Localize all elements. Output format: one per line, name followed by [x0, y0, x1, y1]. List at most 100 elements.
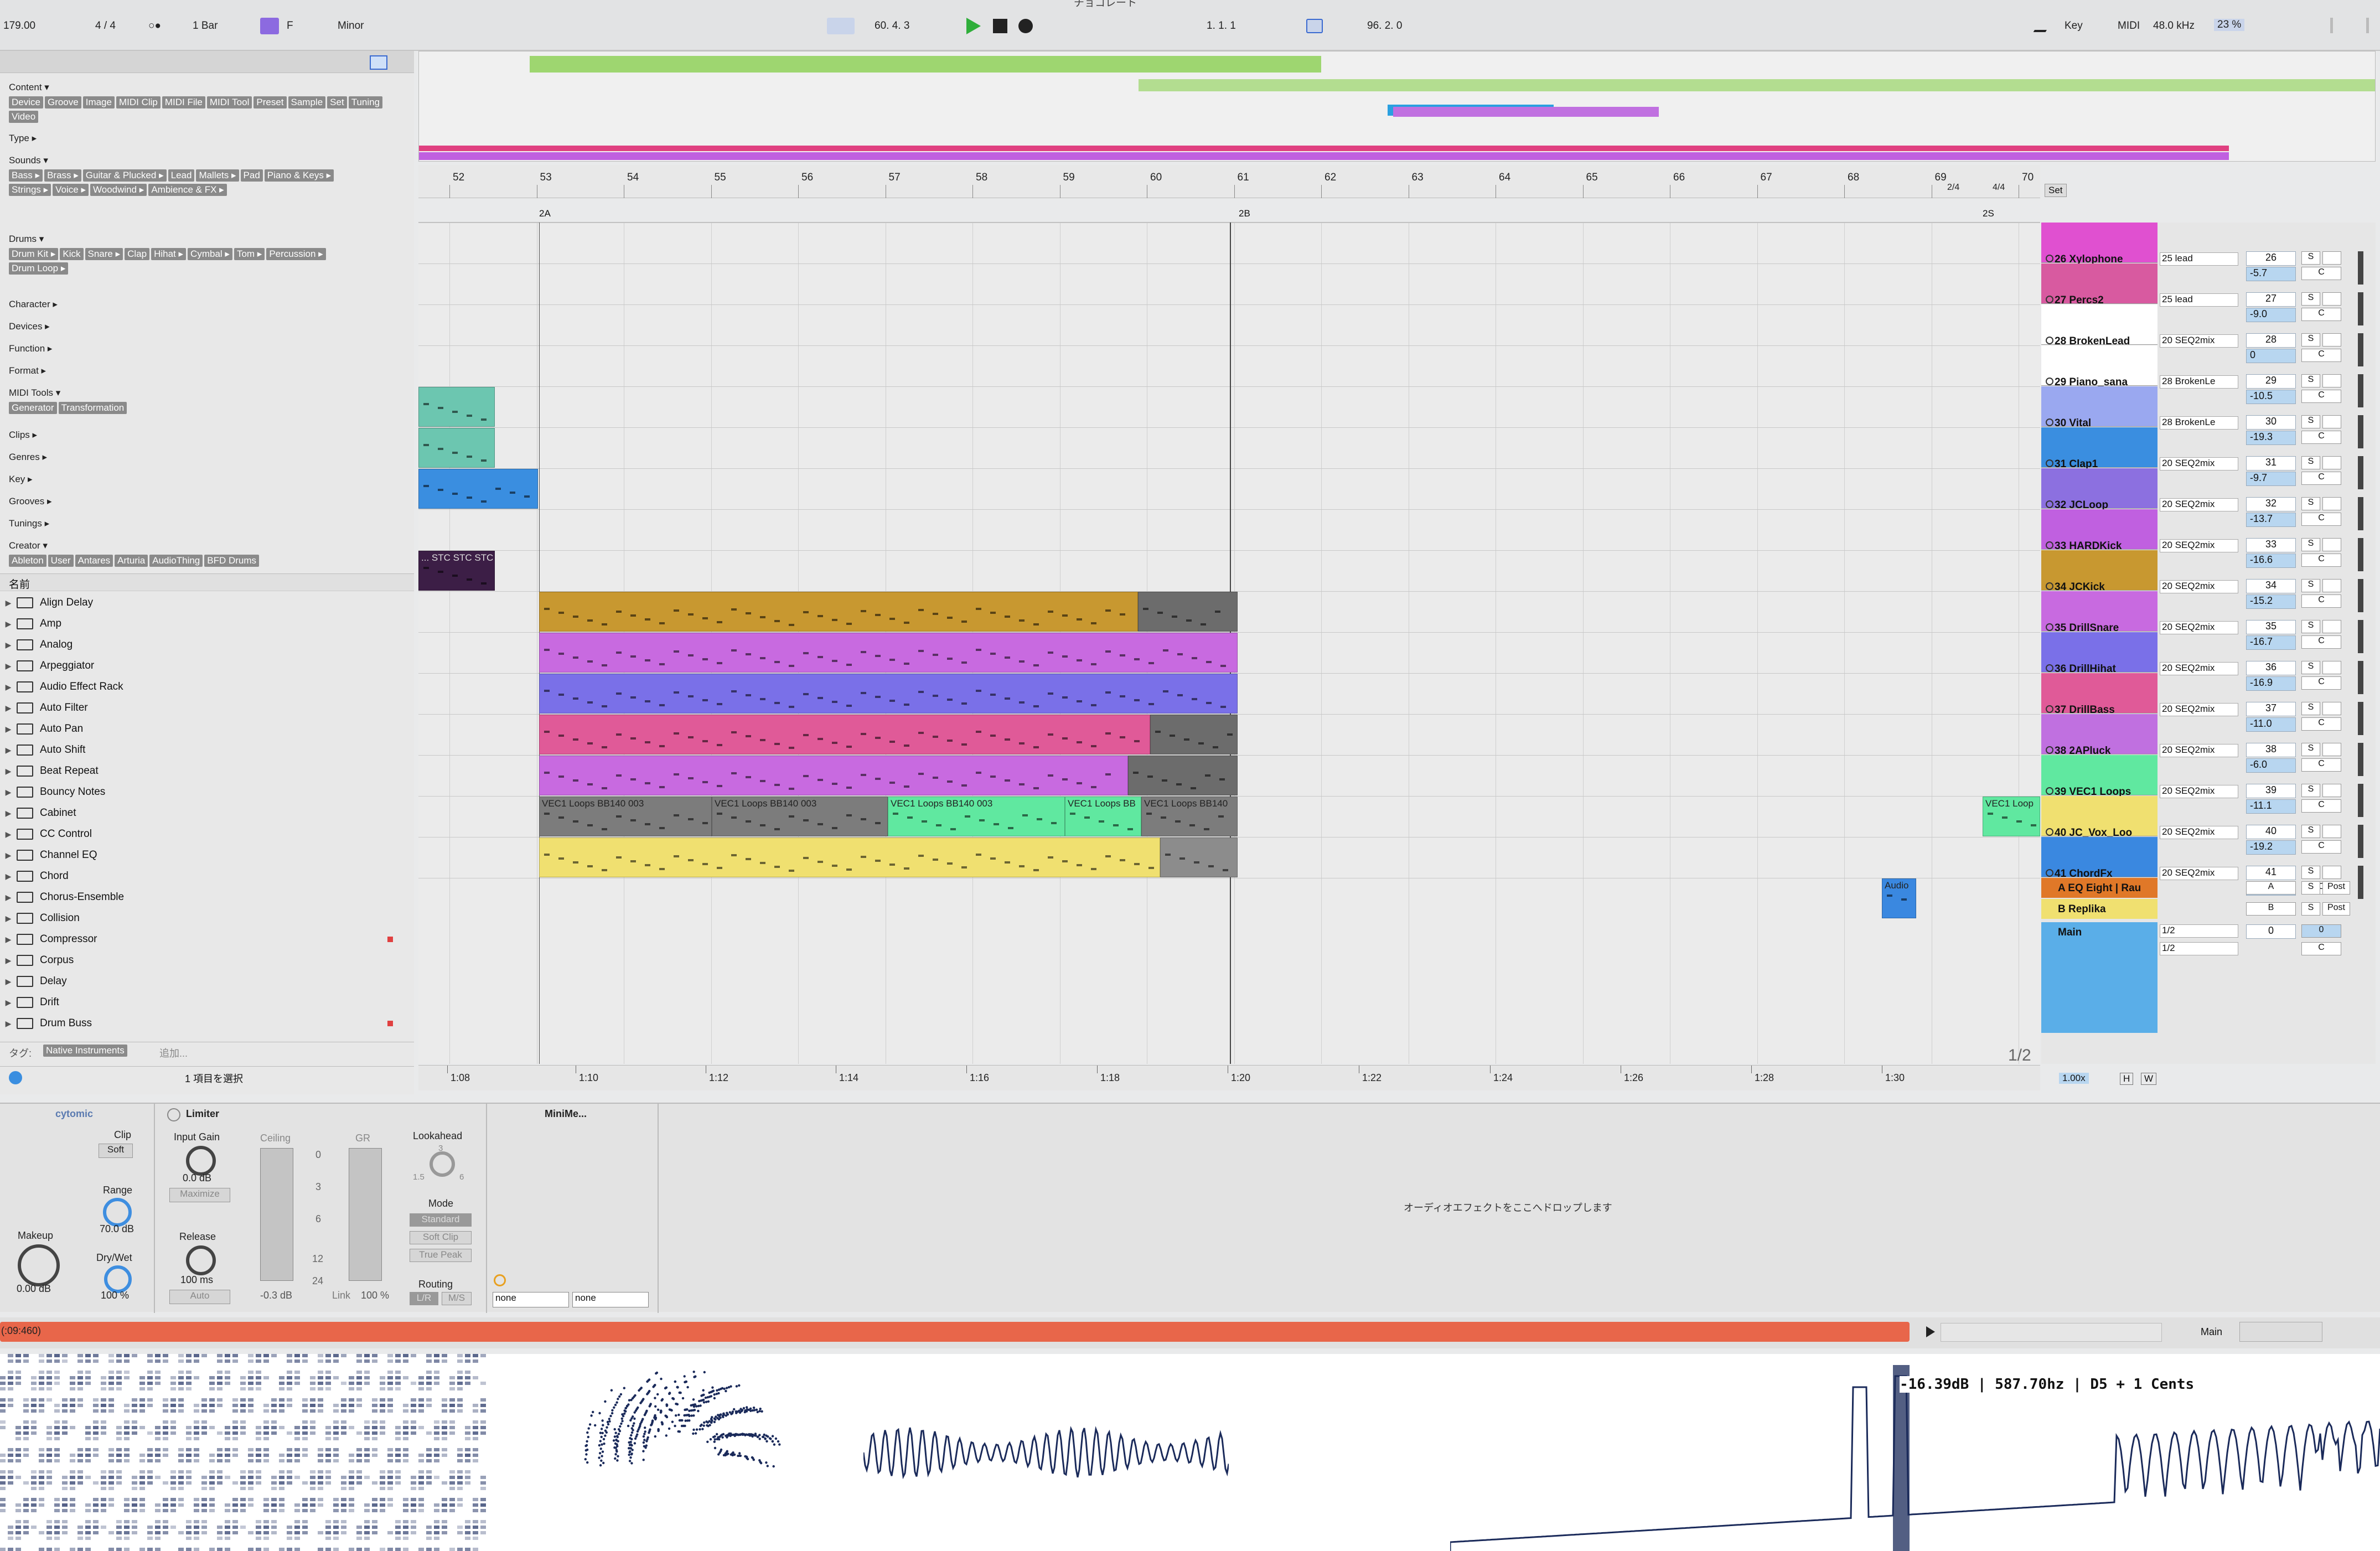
minime-none-1[interactable]: none: [493, 1292, 569, 1307]
input-gain-value[interactable]: 0.0 dB: [183, 1172, 211, 1184]
browser-item[interactable]: ▶ Align Delay: [0, 592, 404, 613]
solo-button[interactable]: S: [2301, 333, 2320, 347]
arm-button[interactable]: [2322, 579, 2341, 592]
clip[interactable]: [539, 715, 1150, 754]
browser-item[interactable]: ▶ Channel EQ: [0, 845, 404, 866]
fold-icon[interactable]: [2046, 664, 2053, 672]
track-volume-field[interactable]: -9.0: [2246, 308, 2296, 322]
drywet-knob[interactable]: [104, 1265, 132, 1293]
zoom-field[interactable]: 1.00x: [2059, 1073, 2089, 1084]
track-number-field[interactable]: 31: [2246, 456, 2296, 471]
filter-tag[interactable]: Tuning: [348, 96, 383, 108]
track-volume-field[interactable]: -6.0: [2246, 758, 2296, 773]
input-routing-select[interactable]: 20 SEQ2mix: [2160, 703, 2238, 716]
info-icon[interactable]: [9, 1071, 22, 1084]
arm-button[interactable]: [2322, 661, 2341, 674]
lookahead-knob[interactable]: [430, 1151, 455, 1177]
locator-marker[interactable]: 2S: [1983, 208, 1994, 219]
input-routing-select[interactable]: 20 SEQ2mix: [2160, 457, 2238, 471]
return-track-name[interactable]: B Replika: [2058, 903, 2156, 916]
track-volume-field[interactable]: -13.7: [2246, 513, 2296, 527]
clip[interactable]: VEC1 Loop: [1983, 797, 2040, 836]
input-gain-knob[interactable]: [186, 1146, 216, 1176]
mode-soft-clip[interactable]: Soft Clip: [410, 1231, 472, 1244]
clip[interactable]: VEC1 Loops BB140 003: [712, 797, 888, 836]
mini-mixer-icon[interactable]: [2239, 1322, 2322, 1342]
fold-icon[interactable]: [2046, 828, 2053, 836]
filter-tag[interactable]: MIDI File: [162, 96, 205, 108]
pan-field[interactable]: C: [2301, 513, 2341, 526]
expand-arrow-icon[interactable]: ▶: [0, 872, 17, 881]
track-number-field[interactable]: 33: [2246, 538, 2296, 552]
device-power-icon[interactable]: [167, 1108, 180, 1121]
main-track-header[interactable]: [2041, 922, 2157, 1033]
input-routing-select[interactable]: 20 SEQ2mix: [2160, 867, 2238, 880]
clip[interactable]: [539, 674, 1238, 714]
scale-icon[interactable]: [260, 18, 279, 34]
browser-item[interactable]: ▶ Amp: [0, 613, 404, 634]
expand-arrow-icon[interactable]: ▶: [0, 640, 17, 650]
track-volume-field[interactable]: -16.7: [2246, 635, 2296, 650]
solo-button[interactable]: S: [2301, 251, 2320, 265]
w-button[interactable]: W: [2141, 1073, 2157, 1085]
link-value[interactable]: 100 %: [361, 1290, 389, 1301]
fold-icon[interactable]: [2046, 705, 2053, 713]
tunings-label[interactable]: Tunings ▸: [9, 518, 49, 529]
browser-item[interactable]: ▶ Chord: [0, 866, 404, 887]
ceiling-value[interactable]: -0.3 dB: [260, 1290, 292, 1301]
browser-item[interactable]: ▶ Auto Filter: [0, 697, 404, 718]
track-volume-field[interactable]: -15.2: [2246, 594, 2296, 609]
return-solo-button[interactable]: S: [2301, 881, 2320, 895]
filter-tag[interactable]: Ableton: [9, 555, 46, 567]
filter-tag[interactable]: MIDI Clip: [116, 96, 161, 108]
fold-icon[interactable]: [2046, 787, 2053, 795]
filter-tag[interactable]: BFD Drums: [204, 555, 260, 567]
view-toggle-icon[interactable]: [2330, 18, 2369, 33]
h-button[interactable]: H: [2120, 1073, 2134, 1085]
expand-arrow-icon[interactable]: ▶: [0, 893, 17, 902]
solo-button[interactable]: S: [2301, 456, 2320, 469]
filter-tag[interactable]: Video: [9, 111, 39, 123]
track-volume-field[interactable]: -5.7: [2246, 267, 2296, 281]
input-routing-select[interactable]: 20 SEQ2mix: [2160, 826, 2238, 839]
arm-button[interactable]: [2322, 743, 2341, 756]
track-number-field[interactable]: 29: [2246, 374, 2296, 389]
return-solo-button[interactable]: S: [2301, 902, 2320, 916]
arm-button[interactable]: [2322, 374, 2341, 387]
clip[interactable]: [1138, 592, 1238, 632]
mode-true-peak[interactable]: True Peak: [410, 1249, 472, 1262]
expand-arrow-icon[interactable]: ▶: [0, 1019, 17, 1028]
clip[interactable]: [539, 837, 1160, 877]
makeup-value[interactable]: 0.00 dB: [17, 1283, 51, 1295]
clip[interactable]: [539, 756, 1128, 795]
browser-item[interactable]: ▶ Drift: [0, 992, 404, 1013]
song-position[interactable]: 60. 4. 3: [875, 20, 909, 32]
arm-button[interactable]: [2322, 702, 2341, 715]
filter-tag[interactable]: Kick: [60, 248, 84, 260]
play-icon[interactable]: [966, 18, 981, 34]
filter-tag[interactable]: Clap: [125, 248, 150, 260]
filter-tag[interactable]: Percussion ▸: [266, 248, 326, 260]
character-label[interactable]: Character ▸: [9, 299, 58, 310]
track-number-field[interactable]: 40: [2246, 825, 2296, 839]
filter-tag[interactable]: Pad: [240, 169, 263, 182]
return-track-name[interactable]: A EQ Eight | Rau: [2058, 882, 2156, 895]
solo-button[interactable]: S: [2301, 579, 2320, 592]
filter-tag[interactable]: User: [48, 555, 74, 567]
solo-button[interactable]: S: [2301, 538, 2320, 551]
clip[interactable]: [1128, 756, 1238, 795]
track-volume-field[interactable]: -19.2: [2246, 840, 2296, 855]
function-label[interactable]: Function ▸: [9, 343, 52, 354]
filter-tag[interactable]: Drum Kit ▸: [9, 248, 59, 260]
main-out-select[interactable]: 1/2: [2160, 924, 2238, 938]
minime-none-2[interactable]: none: [572, 1292, 649, 1307]
pan-field[interactable]: C: [2301, 594, 2341, 608]
pan-field[interactable]: C: [2301, 472, 2341, 485]
expand-arrow-icon[interactable]: ▶: [0, 661, 17, 671]
cpu-meter[interactable]: 23 %: [2214, 19, 2245, 31]
genres-label[interactable]: Genres ▸: [9, 452, 47, 463]
follow-button[interactable]: [827, 18, 855, 34]
track-volume-field[interactable]: -16.9: [2246, 676, 2296, 691]
midi-map-button[interactable]: MIDI: [2118, 20, 2140, 32]
makeup-knob[interactable]: [18, 1244, 60, 1286]
